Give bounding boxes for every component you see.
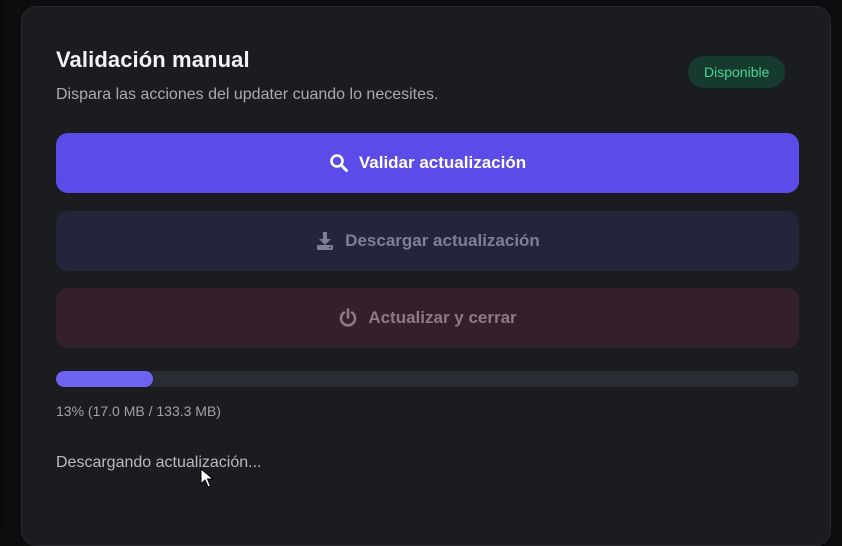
update-and-close-label: Actualizar y cerrar — [368, 308, 517, 327]
validate-update-label: Validar actualización — [358, 153, 527, 172]
search-icon — [329, 153, 349, 173]
manual-validation-card: Validación manual Dispara las acciones d… — [21, 6, 831, 546]
download-progress-fill — [56, 371, 153, 387]
mouse-cursor-icon — [200, 468, 214, 488]
download-update-button[interactable]: Descargar actualización — [56, 211, 799, 271]
download-icon — [315, 231, 335, 251]
window-edge — [0, 0, 6, 527]
update-and-close-button[interactable]: Actualizar y cerrar — [56, 288, 799, 348]
card-title: Validación manual — [56, 47, 250, 72]
download-progress-text: 13% (17.0 MB / 133.3 MB) — [56, 403, 221, 419]
download-update-label: Descargar actualización — [345, 231, 540, 250]
status-message: Descargando actualización... — [56, 454, 262, 471]
power-icon — [338, 308, 358, 328]
download-progress-bar — [56, 371, 799, 387]
card-subtitle: Dispara las acciones del updater cuando … — [56, 86, 439, 103]
validate-update-button[interactable]: Validar actualización — [56, 133, 799, 193]
status-badge: Disponible — [688, 56, 786, 88]
